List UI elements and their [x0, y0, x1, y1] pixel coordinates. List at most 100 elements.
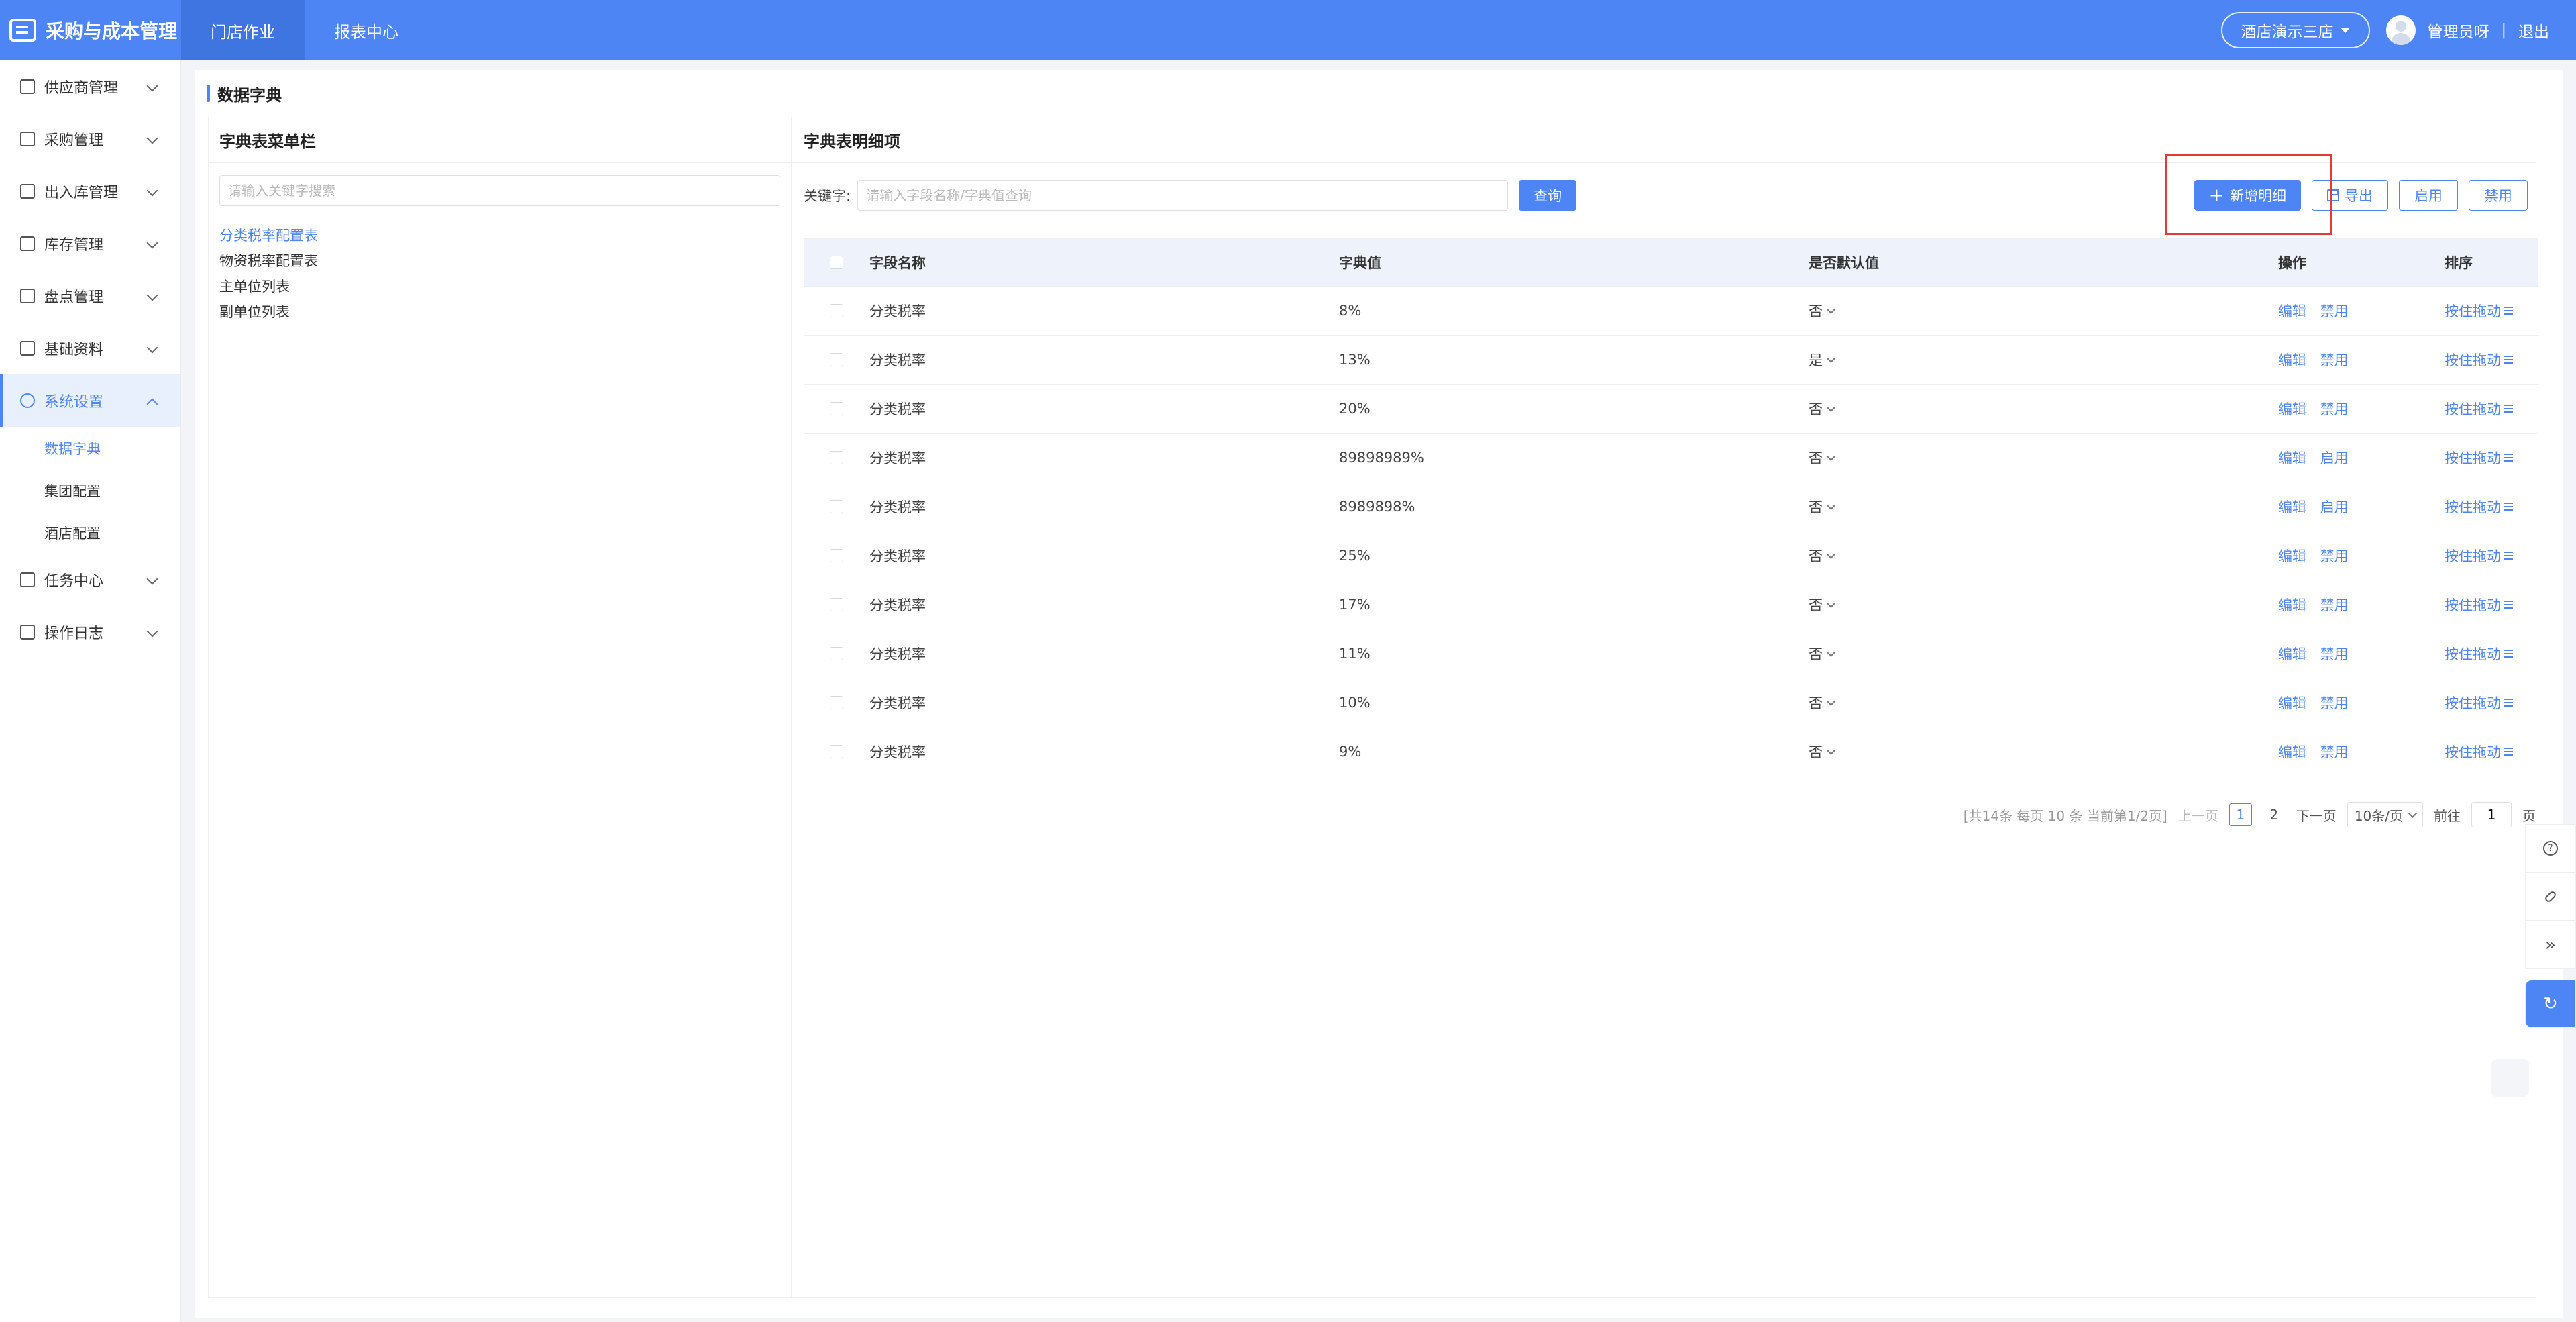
cell-sort: 按住拖动 [2445, 497, 2538, 517]
refresh-button[interactable]: ↻ [2525, 980, 2576, 1028]
toggle-status-link[interactable]: 禁用 [2320, 646, 2349, 662]
row-checkbox[interactable] [830, 500, 843, 513]
add-detail-button[interactable]: + 新增明细 [2194, 180, 2301, 211]
edit-link[interactable]: 编辑 [2278, 646, 2306, 662]
drag-handle[interactable]: 按住拖动 [2445, 644, 2538, 664]
row-checkbox[interactable] [830, 745, 843, 758]
drag-handle[interactable]: 按住拖动 [2445, 399, 2538, 419]
default-select[interactable]: 否 [1809, 546, 2278, 566]
drag-handle[interactable]: 按住拖动 [2445, 350, 2538, 370]
tree-item[interactable]: 主单位列表 [219, 273, 780, 299]
page-number[interactable]: 1 [2229, 803, 2252, 826]
edit-link[interactable]: 编辑 [2278, 695, 2306, 711]
row-checkbox[interactable] [830, 696, 843, 709]
edit-link[interactable]: 编辑 [2278, 744, 2306, 760]
export-button[interactable]: 导出 [2312, 180, 2388, 211]
default-select[interactable]: 否 [1809, 399, 2278, 419]
page-size-select[interactable]: 10条/页 [2347, 802, 2423, 827]
table-body: 分类税率 8% 否 编辑 禁用 按住拖动 分类税率 13% 是 编辑 禁用 按住… [804, 287, 2538, 776]
select-all-cell [804, 256, 869, 269]
edit-link[interactable]: 编辑 [2278, 401, 2306, 417]
cell-ops: 编辑 禁用 [2278, 693, 2445, 713]
sidebar-item-settings[interactable]: 系统设置 [0, 374, 180, 427]
default-select[interactable]: 否 [1809, 742, 2278, 762]
drag-handle[interactable]: 按住拖动 [2445, 742, 2538, 762]
drag-handle[interactable]: 按住拖动 [2445, 595, 2538, 615]
query-button[interactable]: 查询 [1519, 180, 1577, 211]
toggle-status-link[interactable]: 禁用 [2320, 401, 2349, 417]
chevron-down-icon [1827, 746, 1835, 755]
sidebar-item-purchase[interactable]: 采购管理 [0, 113, 180, 165]
edit-link[interactable]: 编辑 [2278, 303, 2306, 319]
sidebar-subitem-hotel-config[interactable]: 酒店配置 [0, 511, 180, 554]
default-select[interactable]: 否 [1809, 595, 2278, 615]
edit-link[interactable]: 编辑 [2278, 352, 2306, 368]
row-checkbox[interactable] [830, 353, 843, 366]
default-select[interactable]: 否 [1809, 497, 2278, 517]
sidebar-subitem-data-dictionary[interactable]: 数据字典 [0, 427, 180, 469]
sidebar-subitem-group-config[interactable]: 集团配置 [0, 469, 180, 511]
sidebar-item-label: 供应商管理 [44, 80, 119, 97]
default-select[interactable]: 否 [1809, 301, 2278, 321]
edit-link[interactable]: 编辑 [2278, 499, 2306, 515]
drag-handle[interactable]: 按住拖动 [2445, 497, 2538, 517]
row-checkbox[interactable] [830, 598, 843, 611]
edit-link[interactable]: 编辑 [2278, 548, 2306, 564]
next-page-button[interactable]: 下一页 [2296, 805, 2337, 825]
select-all-checkbox[interactable] [830, 256, 843, 269]
default-select[interactable]: 是 [1809, 350, 2278, 370]
sidebar-item-supplier[interactable]: 供应商管理 [0, 60, 180, 113]
drag-handle[interactable]: 按住拖动 [2445, 693, 2538, 713]
default-select[interactable]: 否 [1809, 448, 2278, 468]
brand[interactable]: 采购与成本管理 [0, 0, 181, 60]
link-button[interactable] [2525, 872, 2576, 921]
edit-link[interactable]: 编辑 [2278, 597, 2306, 613]
row-checkbox[interactable] [830, 402, 843, 415]
drag-handle[interactable]: 按住拖动 [2445, 301, 2538, 321]
help-button[interactable]: ? [2525, 824, 2576, 872]
sidebar-item-operation-log[interactable]: 操作日志 [0, 606, 180, 658]
goto-page-input[interactable] [2471, 802, 2512, 827]
toggle-status-link[interactable]: 禁用 [2320, 695, 2349, 711]
table-row: 分类税率 17% 否 编辑 禁用 按住拖动 [804, 580, 2538, 629]
sidebar-item-basic-data[interactable]: 基础资料 [0, 322, 180, 374]
sidebar-item-inout[interactable]: 出入库管理 [0, 165, 180, 217]
sidebar-item-inventory[interactable]: 库存管理 [0, 217, 180, 270]
default-select[interactable]: 否 [1809, 644, 2278, 664]
toggle-status-link[interactable]: 禁用 [2320, 352, 2349, 368]
toggle-status-link[interactable]: 禁用 [2320, 744, 2349, 760]
row-checkbox[interactable] [830, 549, 843, 562]
toolbar-actions: + 新增明细 导出 启用 禁用 [2194, 180, 2528, 211]
disable-button[interactable]: 禁用 [2469, 180, 2528, 211]
toggle-status-link[interactable]: 启用 [2320, 450, 2349, 466]
sidebar-item-task-center[interactable]: 任务中心 [0, 554, 180, 606]
row-checkbox[interactable] [830, 647, 843, 660]
row-checkbox[interactable] [830, 304, 843, 317]
page-number[interactable]: 2 [2263, 803, 2286, 826]
toggle-status-link[interactable]: 禁用 [2320, 548, 2349, 564]
drag-handle[interactable]: 按住拖动 [2445, 546, 2538, 566]
row-select-cell [804, 451, 869, 464]
toggle-status-link[interactable]: 禁用 [2320, 597, 2349, 613]
sidebar-item-stocktake[interactable]: 盘点管理 [0, 270, 180, 322]
username[interactable]: 管理员呀 [2428, 19, 2489, 42]
row-checkbox[interactable] [830, 451, 843, 464]
logout-link[interactable]: 退出 [2518, 19, 2549, 42]
tree-item[interactable]: 副单位列表 [219, 299, 780, 324]
avatar[interactable] [2385, 15, 2416, 45]
tree-search-input[interactable] [219, 175, 780, 206]
store-select[interactable]: 酒店演示三店 [2220, 12, 2370, 48]
default-select[interactable]: 否 [1809, 693, 2278, 713]
edit-link[interactable]: 编辑 [2278, 450, 2306, 466]
top-nav-reports[interactable]: 报表中心 [305, 0, 428, 60]
toggle-status-link[interactable]: 启用 [2320, 499, 2349, 515]
tree-item[interactable]: 物资税率配置表 [219, 248, 780, 273]
collapse-button[interactable]: » [2525, 921, 2576, 969]
drag-handle[interactable]: 按住拖动 [2445, 448, 2538, 468]
enable-button[interactable]: 启用 [2399, 180, 2458, 211]
tree-item[interactable]: 分类税率配置表 [219, 222, 780, 248]
toggle-status-link[interactable]: 禁用 [2320, 303, 2349, 319]
keyword-input[interactable] [857, 180, 1509, 211]
prev-page-button[interactable]: 上一页 [2178, 805, 2218, 825]
top-nav-store-ops[interactable]: 门店作业 [181, 0, 305, 60]
